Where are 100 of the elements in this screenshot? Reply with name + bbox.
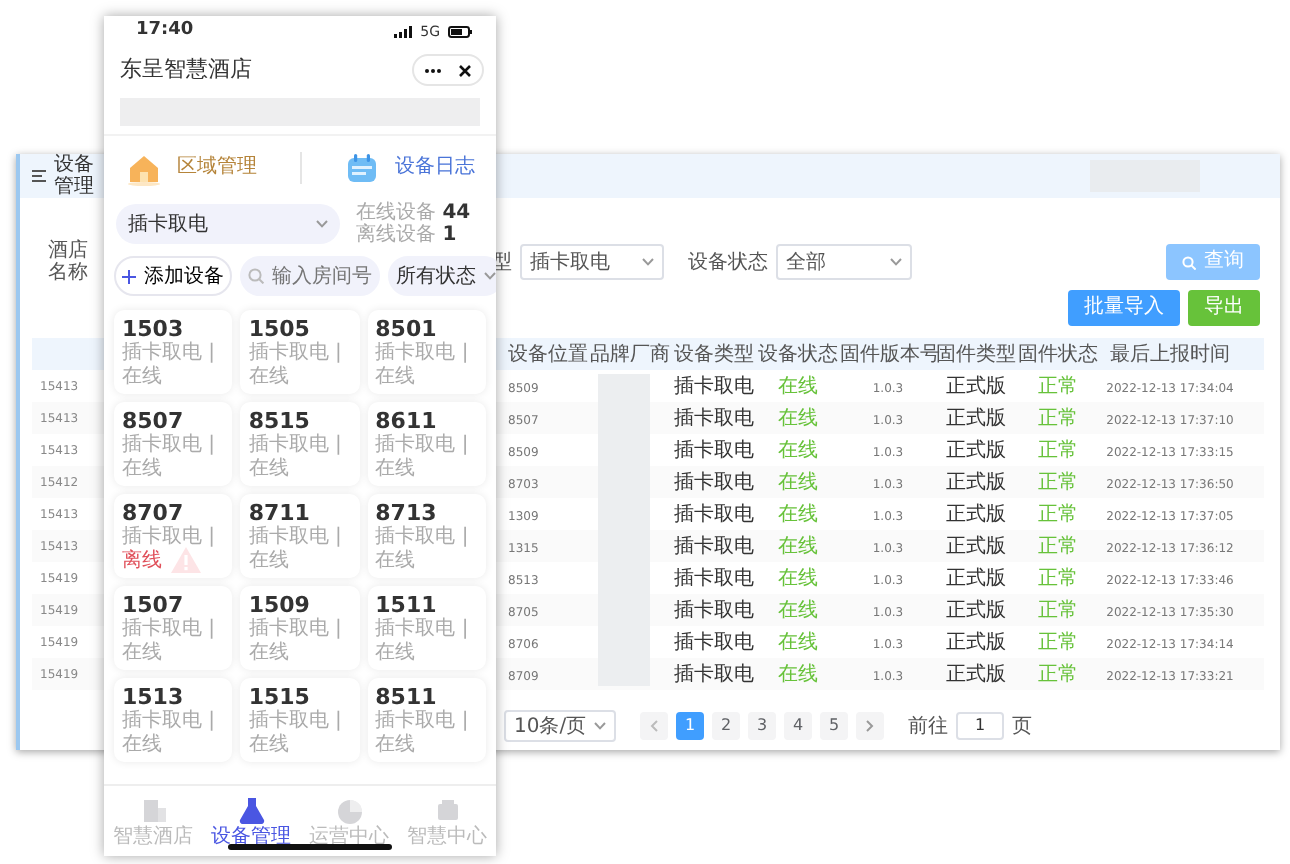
status-filter-select[interactable]: 所有状态 (388, 256, 496, 296)
room-card[interactable]: 8707 插卡取电 | 离线 (114, 494, 233, 578)
device-status-text: 在线 (248, 734, 289, 758)
flask-icon (235, 795, 267, 825)
room-number: 8501 (375, 316, 437, 342)
table-cell: 插卡取电 (674, 375, 754, 397)
filter-label: 设备状态 (688, 249, 768, 277)
plus-icon (122, 269, 136, 283)
page-input[interactable]: 1 (956, 712, 1005, 740)
table-cell: 正常 (1038, 535, 1078, 557)
page-button[interactable]: 5 (820, 712, 849, 740)
table-cell: 插卡取电 (674, 439, 754, 461)
table-cell: 插卡取电 (674, 567, 754, 589)
status-select[interactable]: 全部 (776, 244, 912, 280)
table-cell: 正常 (1038, 663, 1078, 685)
goto-label: 前往 (908, 713, 949, 741)
table-cell: 正常 (1038, 471, 1078, 493)
table-cell: 正式版 (946, 535, 1006, 557)
room-number: 1507 (122, 592, 184, 618)
type-select[interactable]: 插卡取电 (520, 244, 664, 280)
room-card[interactable]: 8507 插卡取电 | 在线 (114, 402, 233, 486)
device-status-text: 在线 (248, 366, 289, 390)
device-type-text: 插卡取电 | (122, 710, 218, 733)
chevron-down-icon (484, 272, 496, 280)
device-type-text: 插卡取电 | (375, 526, 471, 549)
search-icon (1182, 255, 1196, 269)
room-card[interactable]: 1515 插卡取电 | 在线 (240, 678, 360, 762)
table-cell: 正式版 (946, 503, 1006, 525)
device-status-text: 在线 (248, 458, 289, 482)
room-card[interactable]: 1503 插卡取电 | 在线 (114, 310, 233, 394)
device-status-text: 在线 (375, 366, 416, 390)
room-number: 1503 (122, 316, 184, 342)
room-number: 1513 (122, 684, 184, 710)
table-cell: 插卡取电 (674, 663, 754, 685)
page-button[interactable]: 4 (784, 712, 813, 740)
table-cell: 插卡取电 (674, 471, 754, 493)
table-cell: 在线 (778, 375, 818, 397)
room-card[interactable]: 1513 插卡取电 | 在线 (114, 678, 233, 762)
room-card[interactable]: 1509 插卡取电 | 在线 (240, 586, 360, 670)
table-cell: 正式版 (946, 631, 1006, 653)
device-type-text: 插卡取电 | (375, 434, 471, 457)
add-device-button[interactable]: 添加设备 (114, 256, 232, 296)
room-card[interactable]: 1505 插卡取电 | 在线 (240, 310, 360, 394)
room-number: 1505 (248, 316, 310, 342)
device-status-text: 在线 (122, 642, 162, 666)
page-unit-label: 页 (1012, 713, 1033, 741)
table-cell: 插卡取电 (674, 599, 754, 621)
table-cell: 正常 (1038, 503, 1078, 525)
column-header: 设备状态 (756, 341, 840, 369)
room-card[interactable]: 8711 插卡取电 | 在线 (240, 494, 360, 578)
device-type-text: 插卡取电 | (248, 434, 344, 457)
table-cell: 正常 (1038, 631, 1078, 653)
table-cell: 正式版 (946, 567, 1006, 589)
room-card[interactable]: 8611 插卡取电 | 在线 (367, 402, 486, 486)
calendar-icon (343, 149, 379, 185)
table-cell: 在线 (778, 567, 818, 589)
breadcrumb: 设备管理 (54, 154, 96, 198)
table-cell: 在线 (778, 631, 818, 653)
more-icon[interactable] (424, 67, 442, 73)
table-cell: 在线 (778, 439, 818, 461)
chevron-down-icon (890, 258, 902, 266)
table-cell: 正常 (1038, 599, 1078, 621)
table-cell: 正常 (1038, 407, 1078, 429)
page-size-select[interactable]: 10条/页 (504, 710, 617, 742)
chevron-right-icon (866, 719, 875, 732)
room-card[interactable]: 8515 插卡取电 | 在线 (240, 402, 360, 486)
device-type-text: 插卡取电 | (248, 618, 344, 641)
column-header: 品牌厂商 (588, 341, 672, 369)
table-cell: 在线 (778, 599, 818, 621)
column-header: 固件状态 (1016, 341, 1100, 369)
table-cell: 正常 (1038, 375, 1078, 397)
room-card[interactable]: 8501 插卡取电 | 在线 (367, 310, 486, 394)
table-cell: 正常 (1038, 567, 1078, 589)
column-header: 固件类型 (936, 341, 1016, 369)
room-number: 8713 (375, 500, 437, 526)
page-button[interactable]: 3 (748, 712, 777, 740)
room-search-field[interactable]: 输入房间号 (240, 256, 380, 296)
room-card[interactable]: 8713 插卡取电 | 在线 (367, 494, 486, 578)
room-card[interactable]: 1507 插卡取电 | 在线 (114, 586, 233, 670)
device-type-text: 插卡取电 | (122, 526, 218, 549)
table-cell: 在线 (778, 503, 818, 525)
section-link[interactable]: 设备日志 (343, 149, 475, 185)
page-button[interactable]: 2 (712, 712, 741, 740)
table-cell: 插卡取电 (674, 535, 754, 557)
tab-item[interactable]: 设备管理 (211, 795, 291, 847)
chevron-down-icon (316, 220, 328, 228)
chevron-down-icon (642, 258, 654, 266)
device-type-select[interactable]: 插卡取电 (116, 204, 340, 244)
device-type-text: 插卡取电 | (122, 342, 218, 365)
pie-icon (333, 795, 365, 825)
menu-icon[interactable] (32, 170, 46, 182)
warning-icon (170, 546, 202, 574)
room-card[interactable]: 8511 插卡取电 | 在线 (367, 678, 486, 762)
table-cell: 在线 (778, 407, 818, 429)
device-type-text: 插卡取电 | (248, 526, 344, 549)
close-icon[interactable] (458, 63, 472, 77)
room-card[interactable]: 1511 插卡取电 | 在线 (367, 586, 486, 670)
battery-icon (448, 26, 472, 38)
table-cell: 正式版 (946, 599, 1006, 621)
device-type-text: 插卡取电 | (375, 618, 471, 641)
